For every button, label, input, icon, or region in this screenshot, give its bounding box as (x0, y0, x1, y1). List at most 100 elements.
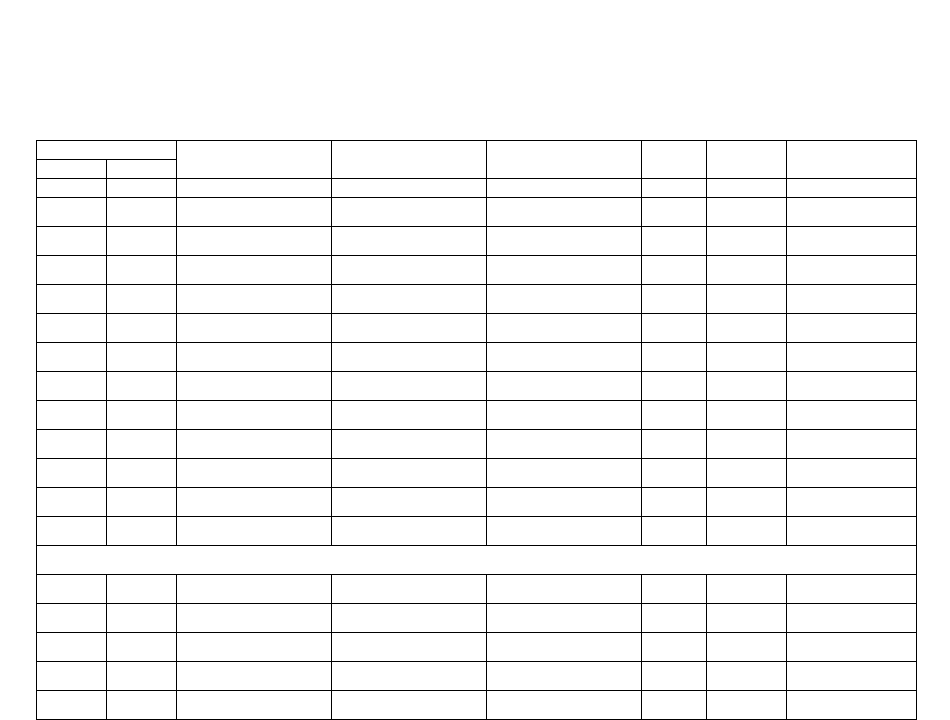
cell-c (177, 227, 332, 256)
cell-e (487, 517, 642, 546)
header-col-h (787, 141, 917, 179)
cell-h (787, 575, 917, 604)
cell-e (487, 314, 642, 343)
cell-a (37, 517, 107, 546)
table-row (37, 517, 917, 546)
table-row (37, 633, 917, 662)
cell-e (487, 633, 642, 662)
header-bot-a (37, 179, 107, 198)
cell-h (787, 401, 917, 430)
cell-g (707, 575, 787, 604)
cell-f (642, 459, 707, 488)
cell-h (787, 633, 917, 662)
cell-g (707, 488, 787, 517)
cell-e (487, 401, 642, 430)
cell-g (707, 343, 787, 372)
cell-a (37, 430, 107, 459)
cell-d (332, 256, 487, 285)
header-col-d (332, 141, 487, 179)
cell-g (707, 314, 787, 343)
cell-f (642, 633, 707, 662)
cell-c (177, 575, 332, 604)
cell-b (107, 198, 177, 227)
cell-d (332, 633, 487, 662)
cell-a (37, 198, 107, 227)
table (36, 140, 917, 720)
cell-f (642, 401, 707, 430)
cell-e (487, 227, 642, 256)
cell-h (787, 517, 917, 546)
cell-h (787, 198, 917, 227)
header-col-c (177, 141, 332, 179)
cell-d (332, 459, 487, 488)
cell-f (642, 662, 707, 691)
cell-a (37, 227, 107, 256)
cell-c (177, 517, 332, 546)
cell-g (707, 372, 787, 401)
cell-h (787, 459, 917, 488)
cell-g (707, 198, 787, 227)
cell-a (37, 604, 107, 633)
cell-a (37, 575, 107, 604)
cell-a (37, 459, 107, 488)
cell-b (107, 285, 177, 314)
cell-b (107, 575, 177, 604)
cell-h (787, 488, 917, 517)
cell-a (37, 662, 107, 691)
data-table (36, 140, 916, 720)
cell-g (707, 430, 787, 459)
header-bot-d (332, 179, 487, 198)
cell-e (487, 459, 642, 488)
header-bot-c (177, 179, 332, 198)
cell-b (107, 256, 177, 285)
cell-g (707, 285, 787, 314)
cell-g (707, 227, 787, 256)
cell-b (107, 227, 177, 256)
cell-b (107, 430, 177, 459)
cell-b (107, 604, 177, 633)
cell-e (487, 575, 642, 604)
cell-f (642, 285, 707, 314)
cell-d (332, 372, 487, 401)
cell-h (787, 227, 917, 256)
cell-g (707, 517, 787, 546)
table-row (37, 430, 917, 459)
cell-d (332, 488, 487, 517)
header-col-f (642, 141, 707, 179)
cell-e (487, 604, 642, 633)
table-row (37, 575, 917, 604)
header-col-g (707, 141, 787, 179)
cell-b (107, 459, 177, 488)
cell-b (107, 314, 177, 343)
cell-h (787, 343, 917, 372)
cell-c (177, 633, 332, 662)
cell-f (642, 430, 707, 459)
header-col-e (487, 141, 642, 179)
cell-e (487, 343, 642, 372)
table-row (37, 285, 917, 314)
table-row (37, 314, 917, 343)
cell-a (37, 488, 107, 517)
cell-g (707, 401, 787, 430)
cell-c (177, 314, 332, 343)
header-bot-h (787, 179, 917, 198)
cell-e (487, 285, 642, 314)
table-row (37, 401, 917, 430)
cell-d (332, 285, 487, 314)
cell-d (332, 430, 487, 459)
cell-b (107, 343, 177, 372)
cell-e (487, 430, 642, 459)
table-row (37, 459, 917, 488)
cell-c (177, 372, 332, 401)
cell-d (332, 198, 487, 227)
cell-a (37, 372, 107, 401)
cell-e (487, 488, 642, 517)
cell-h (787, 256, 917, 285)
table-row (37, 662, 917, 691)
header-bot-f (642, 179, 707, 198)
cell-b (107, 662, 177, 691)
header-bot-g (707, 179, 787, 198)
cell-f (642, 343, 707, 372)
cell-g (707, 256, 787, 285)
cell-a (37, 314, 107, 343)
